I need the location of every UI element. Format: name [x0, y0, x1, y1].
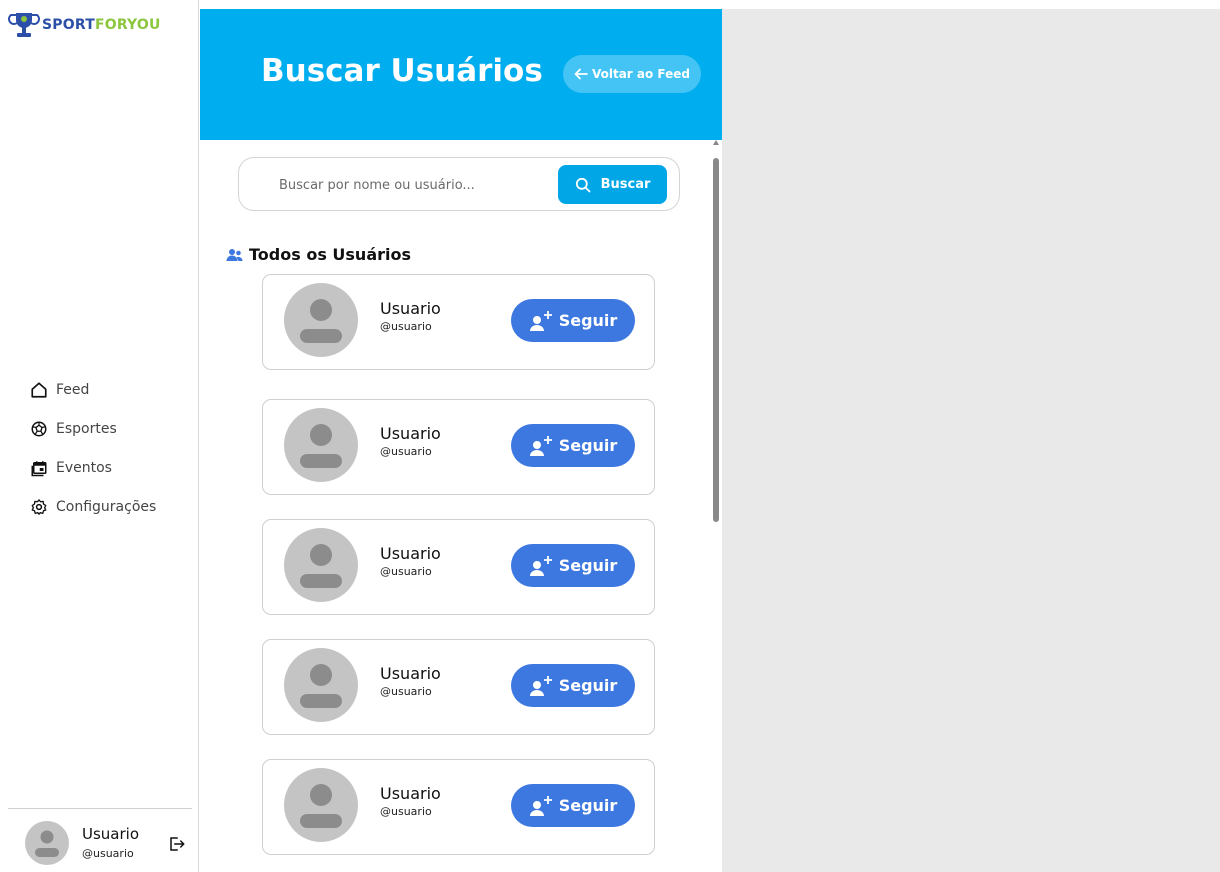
- section-title: Todos os Usuários: [226, 245, 411, 264]
- avatar[interactable]: [284, 283, 358, 357]
- app: SPORTFORYOU Feed Esportes Eventos Config…: [0, 0, 1220, 872]
- brand-name: SPORTFORYOU: [42, 17, 161, 33]
- logout-icon[interactable]: [168, 835, 186, 853]
- follow-button-label: Seguir: [558, 311, 618, 330]
- page-header: Buscar Usuários Voltar ao Feed: [200, 9, 722, 140]
- soccer-ball-icon: [31, 421, 47, 436]
- follow-button[interactable]: Seguir: [511, 544, 635, 587]
- user-plus-icon: [529, 435, 552, 456]
- search-button-label: Buscar: [600, 177, 651, 192]
- user-name: Usuario: [380, 544, 441, 563]
- arrow-left-icon: [574, 68, 588, 80]
- brand-name-part1: SPORT: [42, 17, 95, 33]
- sidebar-item-eventos[interactable]: Eventos: [30, 448, 156, 487]
- follow-button[interactable]: Seguir: [511, 664, 635, 707]
- calendar-icon: [31, 460, 47, 476]
- follow-button-label: Seguir: [558, 676, 618, 695]
- scroll-thumb[interactable]: [713, 158, 719, 522]
- sidebar-item-configuracoes[interactable]: Configurações: [30, 487, 156, 526]
- brand-name-part2: FORYOU: [94, 17, 161, 33]
- back-to-feed-label: Voltar ao Feed: [591, 67, 690, 81]
- user-handle: @usuario: [380, 445, 432, 458]
- user-plus-icon: [529, 555, 552, 576]
- section-title-text: Todos os Usuários: [249, 245, 411, 264]
- search-bar: Buscar: [238, 157, 680, 211]
- avatar[interactable]: [284, 408, 358, 482]
- user-placeholder-icon: [300, 544, 342, 588]
- user-handle: @usuario: [380, 565, 432, 578]
- sidebar-item-label: Feed: [56, 381, 90, 398]
- search-button[interactable]: Buscar: [558, 165, 667, 204]
- avatar[interactable]: [25, 821, 69, 865]
- user-name: Usuario: [380, 664, 441, 683]
- brand-logo[interactable]: SPORTFORYOU: [8, 10, 161, 40]
- sidebar: SPORTFORYOU Feed Esportes Eventos Config…: [0, 0, 199, 872]
- search-icon: [575, 177, 590, 192]
- user-name: Usuario: [380, 299, 441, 318]
- user-plus-icon: [529, 310, 552, 331]
- avatar[interactable]: [284, 648, 358, 722]
- avatar[interactable]: [284, 528, 358, 602]
- user-name: Usuario: [380, 424, 441, 443]
- right-panel: [722, 9, 1220, 872]
- user-handle: @usuario: [380, 685, 432, 698]
- user-card: Usuario @usuario Seguir: [262, 639, 655, 735]
- gear-icon: [31, 498, 47, 515]
- current-user-handle: @usuario: [82, 847, 134, 860]
- user-handle: @usuario: [380, 805, 432, 818]
- sidebar-nav: Feed Esportes Eventos Configurações: [30, 370, 156, 526]
- current-user-name: Usuario: [82, 825, 140, 843]
- sidebar-item-label: Esportes: [56, 420, 117, 437]
- follow-button-label: Seguir: [558, 436, 618, 455]
- user-plus-icon: [529, 795, 552, 816]
- follow-button-label: Seguir: [558, 556, 618, 575]
- user-placeholder-icon: [300, 784, 342, 828]
- user-card: Usuario @usuario Seguir: [262, 519, 655, 615]
- user-card: Usuario @usuario Seguir: [262, 399, 655, 495]
- trophy-icon: [8, 13, 40, 37]
- page-title: Buscar Usuários: [261, 53, 543, 89]
- follow-button-label: Seguir: [558, 796, 618, 815]
- user-placeholder-icon: [300, 299, 342, 343]
- user-name: Usuario: [380, 784, 441, 803]
- avatar[interactable]: [284, 768, 358, 842]
- user-handle: @usuario: [380, 320, 432, 333]
- follow-button[interactable]: Seguir: [511, 424, 635, 467]
- user-card: Usuario @usuario Seguir: [262, 274, 655, 370]
- back-to-feed-button[interactable]: Voltar ao Feed: [563, 55, 701, 93]
- search-input[interactable]: [279, 170, 549, 200]
- user-plus-icon: [529, 675, 552, 696]
- sidebar-item-label: Configurações: [56, 498, 157, 515]
- follow-button[interactable]: Seguir: [511, 299, 635, 342]
- home-icon: [31, 381, 47, 398]
- sidebar-item-feed[interactable]: Feed: [30, 370, 156, 409]
- user-placeholder-icon: [35, 830, 59, 857]
- users-icon: [226, 248, 243, 261]
- user-placeholder-icon: [300, 424, 342, 468]
- user-card: Usuario @usuario Seguir: [262, 759, 655, 855]
- scrollbar[interactable]: [712, 140, 720, 872]
- follow-button[interactable]: Seguir: [511, 784, 635, 827]
- current-user-panel: Usuario @usuario: [8, 808, 192, 872]
- main-content: Buscar Usuários Voltar ao Feed Buscar To…: [200, 9, 722, 872]
- sidebar-item-label: Eventos: [56, 459, 112, 476]
- scroll-up-arrow-icon[interactable]: [713, 140, 719, 145]
- sidebar-item-esportes[interactable]: Esportes: [30, 409, 156, 448]
- user-placeholder-icon: [300, 664, 342, 708]
